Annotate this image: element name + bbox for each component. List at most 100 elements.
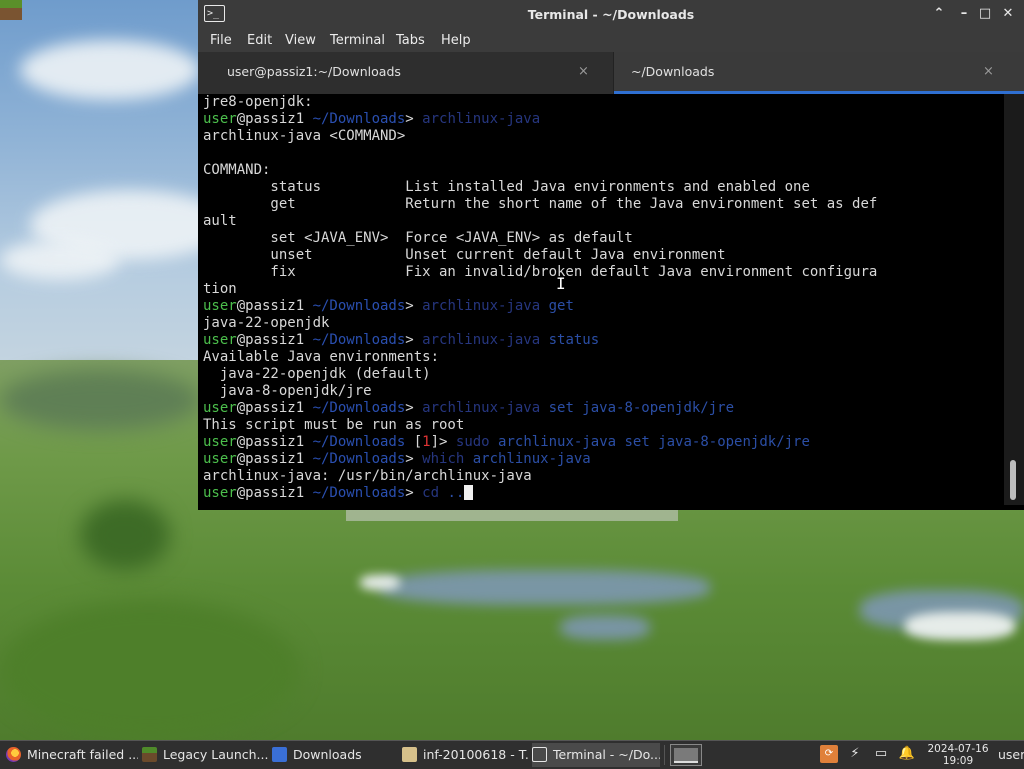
terminal-text: archlinux-java — [422, 332, 549, 348]
folder-icon — [402, 747, 417, 762]
terminal-text: 1 — [422, 434, 431, 450]
terminal-text: jre8-openjdk: — [203, 94, 313, 110]
terminal-line: java-22-openjdk (default) — [203, 366, 1003, 383]
terminal-line: ault — [203, 213, 1003, 230]
clock-date: 2024-07-16 — [927, 743, 989, 755]
task-terminal[interactable]: Terminal - ~/Do... — [532, 743, 660, 767]
terminal-output[interactable]: jre8-openjdk: user@passiz1 ~/Downloads> a… — [203, 94, 1003, 505]
terminal-text: fix Fix an invalid/broken default Java e… — [203, 264, 878, 280]
terminal-line: jre8-openjdk: — [203, 94, 1003, 111]
terminal-line: COMMAND: — [203, 162, 1003, 179]
text-cursor — [464, 485, 474, 500]
terminal-line: java-8-openjdk/jre — [203, 383, 1003, 400]
notification-bell-icon[interactable]: 🔔 — [898, 745, 916, 763]
tab-user-downloads[interactable]: user@passiz1:~/Downloads × — [198, 52, 614, 94]
scrollbar-thumb[interactable] — [1010, 460, 1016, 500]
minecraft-icon — [142, 747, 157, 762]
window-maximize-button[interactable]: □ — [976, 5, 994, 23]
terminal-text: ~/Downloads — [312, 451, 406, 467]
menu-bar: File Edit View Terminal Tabs Help — [198, 29, 1024, 52]
terminal-text: user — [203, 434, 237, 450]
terminal-line: archlinux-java <COMMAND> — [203, 128, 1003, 145]
terminal-text: ~/Downloads — [312, 111, 406, 127]
task-label: Terminal - ~/Do... — [553, 747, 660, 762]
terminal-text: java-22-openjdk — [203, 315, 330, 331]
menu-terminal[interactable]: Terminal — [330, 29, 385, 52]
window-shade-button[interactable]: ⌃ — [930, 5, 948, 23]
terminal-text: status List installed Java environments … — [203, 179, 810, 195]
network-disconnected-icon[interactable]: ⚡ — [846, 745, 864, 763]
terminal-text: @passiz1 — [236, 485, 313, 501]
terminal-text: > — [405, 451, 423, 467]
terminal-line: user@passiz1 ~/Downloads> archlinux-java… — [203, 400, 1003, 417]
task-minecraft-failed[interactable]: Minecraft failed ... — [6, 743, 138, 767]
terminal-text: @passiz1 — [236, 434, 313, 450]
window-minimize-button[interactable]: – — [955, 5, 973, 23]
terminal-text: > — [405, 298, 423, 314]
terminal-text: ~/Downloads — [312, 434, 406, 450]
terminal-text: ~/Downloads — [312, 332, 406, 348]
terminal-text: archlinux-java — [472, 451, 591, 467]
terminal-text: tion — [203, 281, 237, 297]
window-close-button[interactable]: ✕ — [999, 5, 1017, 23]
terminal-text: .. — [447, 485, 465, 501]
window-titlebar[interactable]: >_ Terminal - ~/Downloads ⌃ – □ ✕ — [198, 0, 1024, 30]
update-notifier-icon[interactable]: ⟳ — [820, 745, 838, 763]
terminal-text: which — [422, 451, 473, 467]
workspace-preview — [674, 748, 698, 763]
tab-close-icon[interactable]: × — [983, 52, 994, 92]
terminal-text: archlinux-java: /usr/bin/archlinux-java — [203, 468, 532, 484]
terminal-scrollbar[interactable] — [1004, 94, 1024, 505]
terminal-line: unset Unset current default Java environ… — [203, 247, 1003, 264]
tab-close-icon[interactable]: × — [578, 52, 589, 92]
terminal-text: archlinux-java — [422, 298, 549, 314]
terminal-text: Available Java environments: — [203, 349, 440, 365]
terminal-line: Available Java environments: — [203, 349, 1003, 366]
task-label: inf-20100618 - T... — [423, 747, 530, 762]
terminal-line: This script must be run as root — [203, 417, 1003, 434]
battery-icon[interactable]: ▭ — [872, 745, 890, 763]
task-label: Legacy Launch... — [163, 747, 268, 762]
task-inf-folder[interactable]: inf-20100618 - T... — [402, 743, 530, 767]
terminal-text: ault — [203, 213, 237, 229]
mouse-ibeam-cursor: I — [556, 274, 566, 293]
terminal-text: @passiz1 — [236, 298, 313, 314]
terminal-text: @passiz1 — [236, 451, 313, 467]
terminal-line: set <JAVA_ENV> Force <JAVA_ENV> as defau… — [203, 230, 1003, 247]
terminal-text: > — [405, 111, 423, 127]
menu-help[interactable]: Help — [441, 29, 471, 52]
terminal-line: user@passiz1 ~/Downloads> archlinux-java… — [203, 332, 1003, 349]
clock[interactable]: 2024-07-16 19:09 — [925, 743, 991, 767]
terminal-text: status — [548, 332, 600, 348]
taskbar-separator — [664, 745, 665, 765]
terminal-text: archlinux-java — [422, 111, 541, 127]
firefox-icon — [6, 747, 21, 762]
desktop-minecraft-icon[interactable] — [0, 0, 22, 20]
terminal-text: user — [203, 451, 237, 467]
tab-label: user@passiz1:~/Downloads — [227, 64, 401, 79]
task-legacy-launcher[interactable]: Legacy Launch... — [142, 743, 268, 767]
wallpaper-snow — [905, 612, 1015, 640]
terminal-text: user — [203, 332, 237, 348]
task-label: Downloads — [293, 747, 362, 762]
terminal-line: java-22-openjdk — [203, 315, 1003, 332]
menu-edit[interactable]: Edit — [247, 29, 272, 52]
menu-file[interactable]: File — [210, 29, 232, 52]
workspace-switcher[interactable] — [670, 744, 702, 766]
wallpaper-cloud — [0, 240, 120, 280]
tab-downloads[interactable]: ~/Downloads × — [614, 52, 1024, 94]
wallpaper-snow — [360, 575, 400, 590]
terminal-text: user — [203, 485, 237, 501]
tab-bar: user@passiz1:~/Downloads × ~/Downloads × — [198, 52, 1024, 94]
menu-view[interactable]: View — [285, 29, 316, 52]
terminal-text: java-8-openjdk/jre — [203, 383, 372, 399]
terminal-text: user — [203, 111, 237, 127]
terminal-line: user@passiz1 ~/Downloads> which archlinu… — [203, 451, 1003, 468]
terminal-text: > — [405, 400, 423, 416]
menu-tabs[interactable]: Tabs — [396, 29, 425, 52]
task-downloads[interactable]: Downloads — [272, 743, 398, 767]
task-label: Minecraft failed ... — [27, 747, 138, 762]
terminal-text: get — [548, 298, 574, 314]
user-menu[interactable]: user — [998, 741, 1024, 769]
